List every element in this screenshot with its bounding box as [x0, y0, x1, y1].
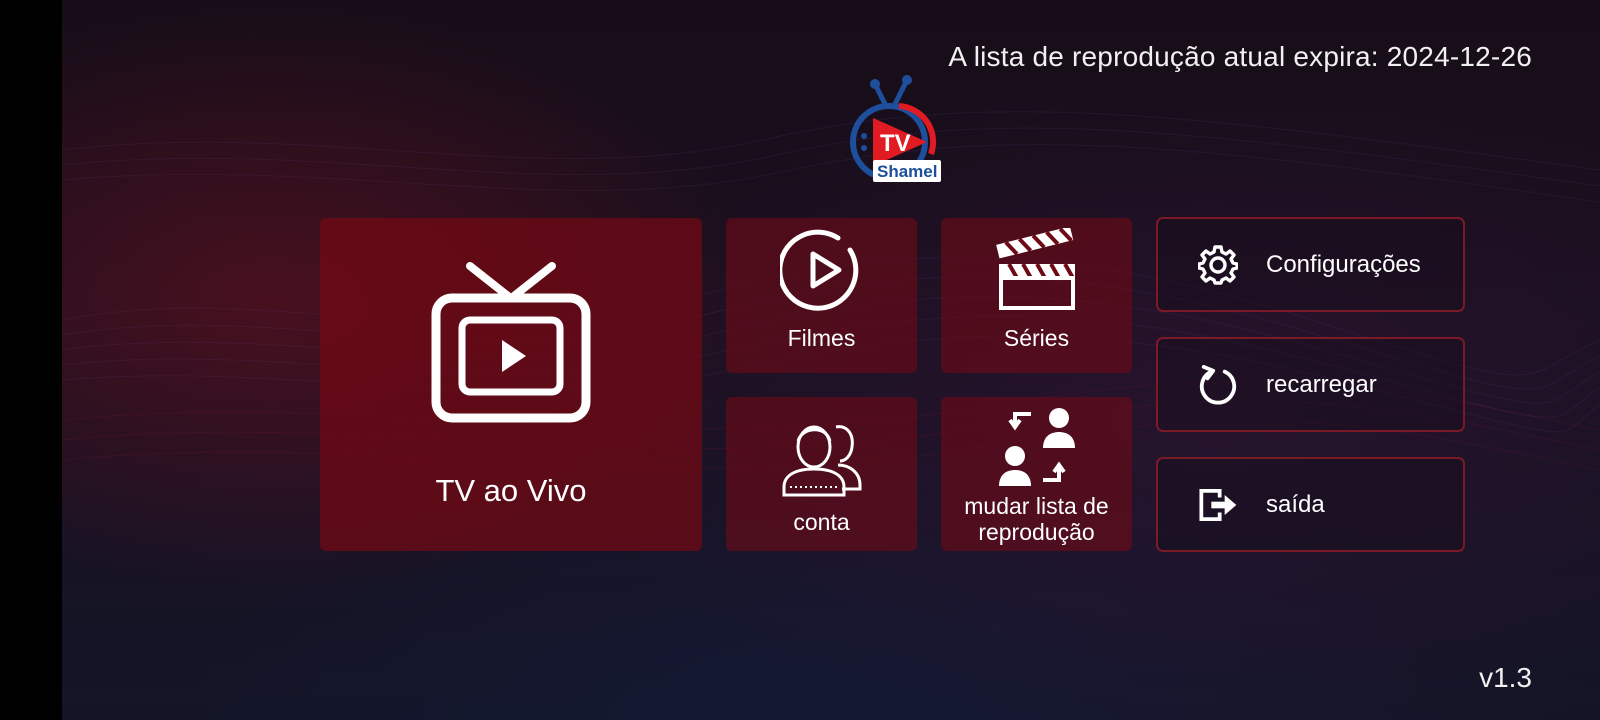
version-label: v1.3	[1479, 662, 1532, 693]
home-screen: A lista de reprodução atual expira: 2024…	[62, 0, 1600, 720]
reload-label: recarregar	[1266, 370, 1377, 398]
reload-button[interactable]: recarregar	[1156, 337, 1465, 432]
movies-tile[interactable]: Filmes	[726, 218, 917, 373]
tv-shamel-logo: TV Shamel	[837, 74, 955, 192]
users-icon	[782, 425, 861, 497]
account-label: conta	[793, 509, 850, 535]
series-tile[interactable]: Séries	[941, 218, 1132, 373]
logo-text-tv: TV	[880, 130, 911, 157]
clapperboard-icon	[995, 228, 1075, 310]
live-tv-tile[interactable]: TV ao Vivo	[320, 218, 702, 551]
exit-button[interactable]: saída	[1156, 457, 1465, 552]
account-tile[interactable]: conta	[726, 397, 917, 551]
reload-icon	[1198, 364, 1238, 405]
play-circle-icon	[779, 229, 858, 311]
switch-playlist-tile[interactable]: mudar lista de reprodução	[941, 397, 1132, 551]
switch-playlist-label-line1: mudar lista de	[964, 493, 1109, 519]
switch-users-icon	[998, 408, 1075, 486]
tv-play-icon	[431, 262, 591, 423]
switch-playlist-label-line2: reprodução	[978, 519, 1095, 545]
left-edge-bar	[0, 0, 62, 720]
logo-text-shamel: Shamel	[877, 162, 937, 181]
series-label: Séries	[1003, 325, 1070, 351]
live-tv-label: TV ao Vivo	[435, 473, 587, 508]
switch-playlist-label: mudar lista de reprodução	[941, 493, 1132, 545]
movies-label: Filmes	[787, 325, 856, 351]
playlist-expiry-text: A lista de reprodução atual expira: 2024…	[948, 41, 1532, 72]
settings-label: Configurações	[1266, 250, 1421, 278]
settings-button[interactable]: Configurações	[1156, 217, 1465, 312]
exit-label: saída	[1266, 490, 1325, 518]
exit-icon	[1198, 485, 1238, 525]
gear-icon	[1198, 244, 1238, 285]
